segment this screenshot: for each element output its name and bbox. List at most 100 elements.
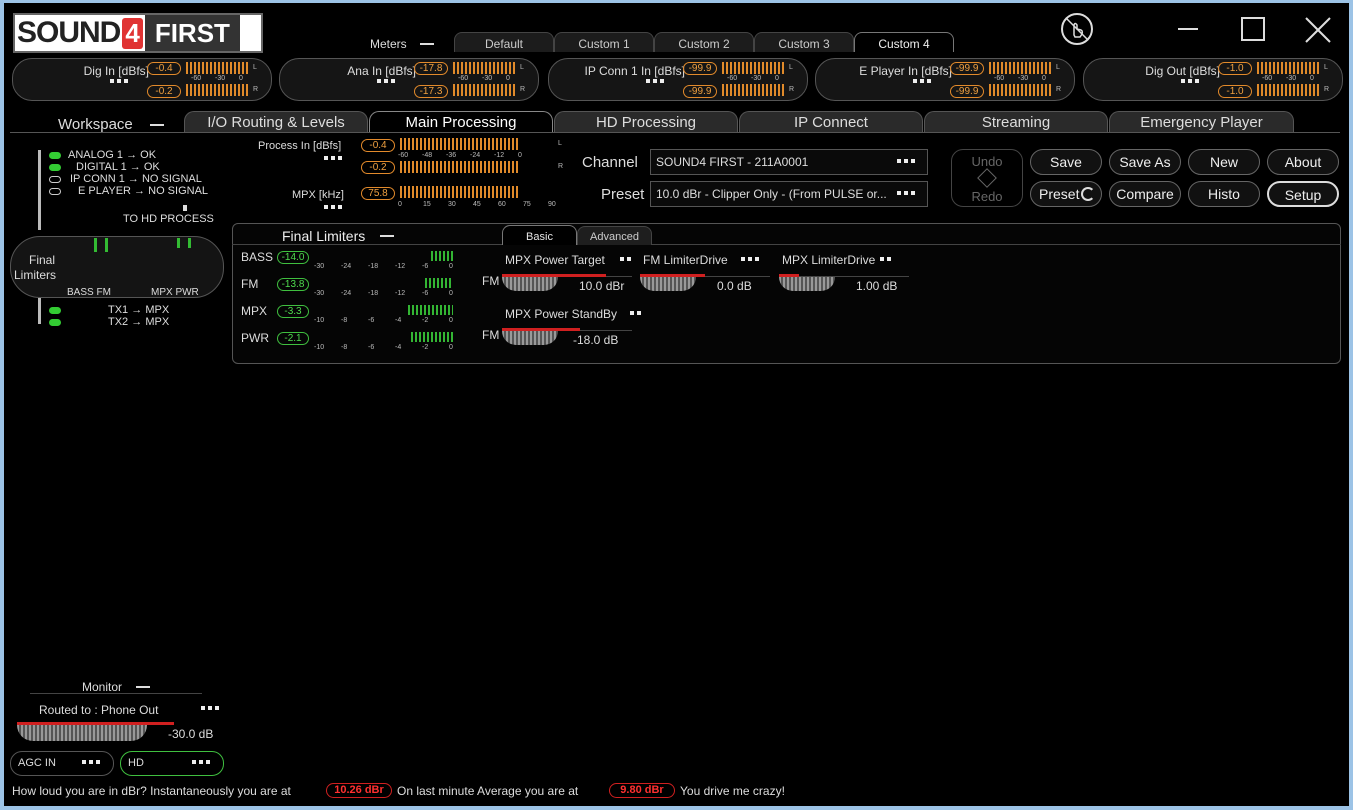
preset-field[interactable]: 10.0 dBr - Clipper Only - (From PULSE or… [650,181,928,207]
meter-tab-custom-4[interactable]: Custom 4 [854,32,954,52]
compare-button[interactable]: Compare [1109,181,1181,207]
limiter-row-bar [408,305,453,315]
meter-scale-tick: -60 [458,75,469,82]
agc-in-menu[interactable] [82,760,100,764]
meter-pill-r-bar [1257,84,1319,96]
maximize-icon[interactable] [1241,17,1265,41]
output-led-tx2 [49,319,61,326]
touch-mode-icon[interactable] [1061,13,1093,45]
save-as-button[interactable]: Save As [1109,149,1181,175]
monitor-collapse-icon[interactable] [136,686,150,688]
undo-button[interactable]: Undo [951,154,1023,169]
limiter-control-knob[interactable] [640,277,696,291]
status-instant-value: 10.26 dBr [326,783,392,798]
histo-button[interactable]: Histo [1188,181,1260,207]
meter-tab-custom-3[interactable]: Custom 3 [754,32,854,52]
limiter-scale-tick: -24 [341,290,352,297]
process-scale-tick: -48 [422,152,433,159]
limiter-control-menu[interactable] [741,257,759,261]
process-scale-tick: -24 [470,152,481,159]
limiter-control-knob[interactable] [502,331,558,345]
meter-scale-tick: -30 [215,75,226,82]
meter-pill: Dig In [dBfs] -0.4 -0.2 -60 -30 0 L R [12,58,272,101]
meter-pill-l-bar [1257,62,1319,74]
status-end: You drive me crazy! [680,784,785,798]
meter-scale-tick: 0 [775,75,779,82]
meter-pill: Ana In [dBfs] -17.8 -17.3 -60 -30 0 L R [279,58,539,101]
meter-tab-custom-2[interactable]: Custom 2 [654,32,754,52]
meter-tab-default[interactable]: Default [454,32,554,52]
tab-main-processing[interactable]: Main Processing [369,111,553,133]
about-button[interactable]: About [1267,149,1339,175]
input-eplayer[interactable]: E PLAYER → NO SIGNAL [78,185,208,197]
process-scale-tick: -12 [494,152,505,159]
input-led-analog [49,152,61,159]
minimize-icon[interactable] [1178,28,1198,30]
limiter-control-menu[interactable] [620,257,631,261]
tab-basic[interactable]: Basic [502,225,577,245]
meters-collapse-icon[interactable] [420,43,434,45]
monitor-volume-knob[interactable] [17,725,147,741]
preset-menu[interactable] [897,191,915,195]
meter-scale-tick: 0 [506,75,510,82]
meter-pill: IP Conn 1 In [dBfs] -99.9 -99.9 -60 -30 0 L R [548,58,808,101]
tab-ip-connect[interactable]: IP Connect [739,111,923,133]
channel-menu[interactable] [897,159,915,163]
mpx-label: MPX [kHz] [292,189,344,201]
output-bus-line [38,298,41,324]
meter-r-mark: R [520,86,526,93]
channel-field[interactable]: SOUND4 FIRST - 211A0001 [650,149,928,175]
refresh-icon [1081,187,1095,201]
meter-scale-tick: 0 [1310,75,1314,82]
tab-io-routing[interactable]: I/O Routing & Levels [184,111,368,133]
process-scale-tick: -60 [398,152,409,159]
input-led-eplayer [49,188,61,195]
output-tx1[interactable]: TX1 → MPX [108,304,169,316]
monitor-value: -30.0 dB [168,727,214,741]
limiter-scale-tick: -6 [422,263,429,270]
meter-tab-custom-1[interactable]: Custom 1 [554,32,654,52]
input-analog[interactable]: ANALOG 1 → OK [68,149,156,161]
limiter-scale-tick: -8 [341,317,348,324]
setup-button[interactable]: Setup [1267,181,1339,207]
workspace-collapse-icon[interactable] [150,124,164,126]
meter-pill-r-bar [186,84,248,96]
limiter-control-menu[interactable] [880,257,891,261]
meter-pill-menu[interactable] [110,79,128,83]
limiter-control-menu[interactable] [630,311,641,315]
limiter-control-knob[interactable] [502,277,558,291]
monitor-menu[interactable] [201,706,219,710]
save-button[interactable]: Save [1030,149,1102,175]
output-tx2[interactable]: TX2 → MPX [108,316,169,328]
meter-pill-menu[interactable] [646,79,664,83]
meter-pill-label: Dig Out [dBfs] [1145,64,1220,78]
meter-pill-menu[interactable] [377,79,395,83]
limiter-control-label: MPX Power StandBy [505,307,618,321]
meter-pill-menu[interactable] [1181,79,1199,83]
close-icon[interactable] [1304,16,1332,44]
limiter-control-knob[interactable] [779,277,835,291]
final-limiters-node-label2: Limiters [14,268,57,282]
tab-advanced[interactable]: Advanced [577,226,652,245]
meter-pill-label: Dig In [dBfs] [83,64,149,78]
final-limiters-collapse-icon[interactable] [380,235,394,237]
new-button[interactable]: New [1188,149,1260,175]
process-in-menu[interactable] [324,156,342,160]
limiter-control-label: FM LimiterDrive [643,253,728,267]
hd-menu[interactable] [192,760,210,764]
limiter-row-value: -14.0 [277,251,309,264]
tab-emergency-player[interactable]: Emergency Player [1109,111,1294,133]
tab-hd-processing[interactable]: HD Processing [554,111,738,133]
monitor-routed[interactable]: Routed to : Phone Out [39,703,158,717]
input-digital[interactable]: DIGITAL 1 → OK [76,161,160,173]
tab-streaming[interactable]: Streaming [924,111,1108,133]
limiter-scale-tick: -24 [341,263,352,270]
tab-divider [10,132,1340,133]
mpx-value: 75.8 [361,187,395,200]
hd-label: HD [128,757,144,769]
meter-pill-menu[interactable] [913,79,931,83]
redo-button[interactable]: Redo [951,189,1023,204]
input-led-digital [49,164,61,171]
mpx-menu[interactable] [324,205,342,209]
input-ipconn[interactable]: IP CONN 1 → NO SIGNAL [70,173,202,185]
